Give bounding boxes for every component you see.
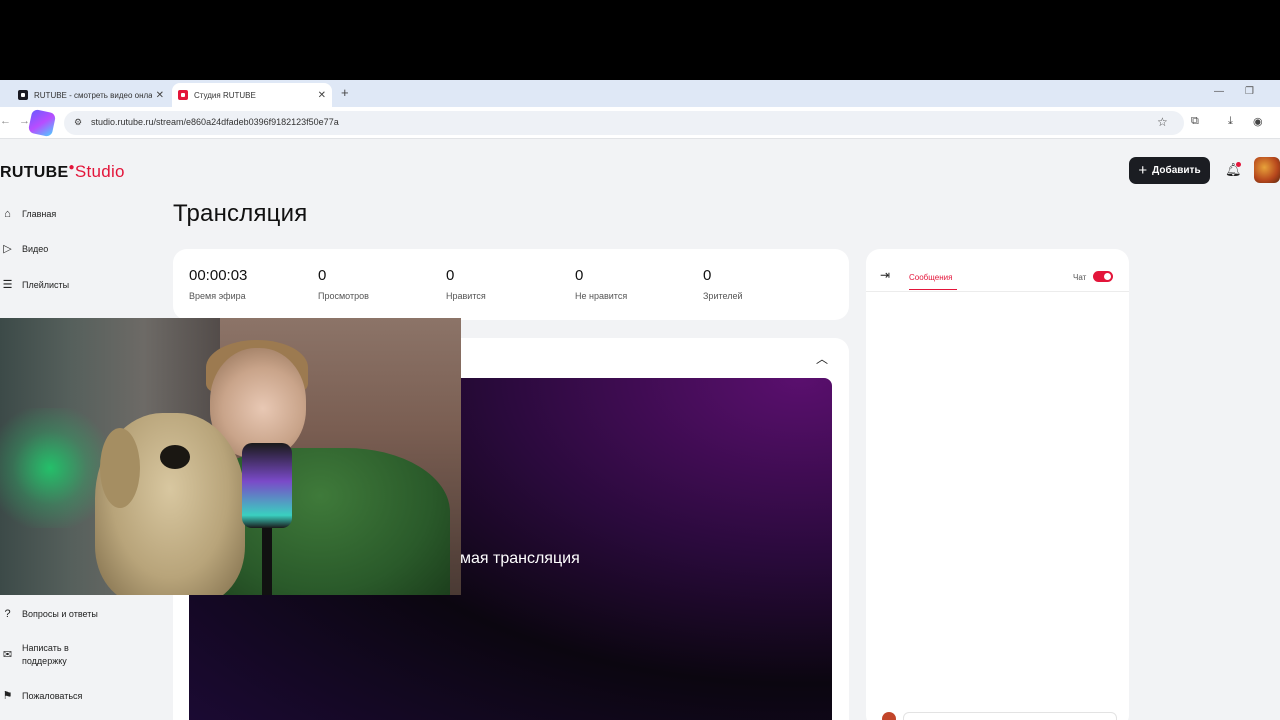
webcam-overlay: [0, 318, 461, 595]
chat-toggle[interactable]: [1093, 271, 1113, 282]
sidebar-item-label: Вопросы и ответы: [22, 608, 98, 619]
stat-value: 0: [575, 267, 584, 284]
chevron-up-icon[interactable]: ︿: [816, 350, 828, 367]
back-icon[interactable]: ←: [0, 115, 11, 127]
stat-viewers: 0 Зрителей: [703, 267, 742, 301]
page-title: Трансляция: [173, 200, 308, 227]
question-icon: ?: [4, 607, 11, 620]
sidebar-item-label: Написать в поддержку: [22, 643, 69, 666]
collapse-chat-icon[interactable]: ⇥: [880, 268, 890, 282]
chat-panel: [866, 249, 1129, 720]
logo-sub: Studio: [74, 162, 125, 181]
extensions-icon[interactable]: ⧉: [1191, 115, 1199, 128]
tab-strip: RUTUBE - смотреть видео онлайн ✕ Студия …: [0, 80, 1280, 107]
stat-value: 0: [446, 267, 455, 284]
stat-label: Просмотров: [318, 291, 369, 301]
tab-title: Студия RUTUBE: [194, 90, 256, 100]
stat-air-time: 00:00:03 Время эфира: [189, 267, 247, 301]
chat-divider: [866, 291, 1129, 292]
rutube-favicon-icon: [18, 90, 28, 100]
player-placeholder-text: мая трансляция: [460, 550, 580, 567]
sidebar-item-label: Плейлисты: [22, 279, 70, 290]
bookmark-star-icon[interactable]: ☆: [1157, 115, 1168, 129]
rutube-studio-logo[interactable]: RUTUBE●Studio: [0, 162, 125, 182]
url-text[interactable]: studio.rutube.ru/stream/e860a24dfadeb039…: [91, 117, 339, 127]
flag-icon: ⚑: [2, 690, 13, 702]
screen-top-bar: [0, 0, 1280, 80]
rutube-favicon-icon: [178, 90, 188, 100]
stat-value: 00:00:03: [189, 267, 248, 284]
stat-label: Время эфира: [189, 291, 246, 301]
playlist-icon: ☰: [2, 279, 13, 291]
sidebar-item-label: Пожаловаться: [22, 690, 83, 701]
video-icon: ▷: [3, 243, 12, 255]
microphone-icon: [242, 443, 292, 528]
tab-rutube[interactable]: RUTUBE - смотреть видео онлайн ✕: [12, 83, 170, 107]
sidebar-item-faq[interactable]: ? Вопросы и ответы: [0, 606, 98, 621]
avatar[interactable]: [1254, 157, 1280, 183]
add-button-label: Добавить: [1152, 165, 1201, 176]
home-icon: ⌂: [4, 207, 11, 220]
profile-icon[interactable]: ◉: [1253, 115, 1263, 128]
stat-value: 0: [703, 267, 712, 284]
webcam-plush-dog-ear: [100, 428, 140, 508]
notification-badge: [1236, 162, 1241, 167]
chat-message-input[interactable]: [903, 712, 1117, 720]
close-icon[interactable]: ✕: [318, 90, 326, 101]
chat-toggle-label: Чат: [1073, 273, 1087, 282]
close-icon[interactable]: ✕: [156, 90, 164, 101]
tab-messages[interactable]: Сообщения: [909, 273, 952, 282]
sidebar-item-support[interactable]: ✉ Написать в поддержку: [0, 642, 82, 668]
sidebar-item-report[interactable]: ⚑ Пожаловаться: [0, 688, 83, 703]
restore-icon[interactable]: ❐: [1245, 86, 1254, 97]
chat-user-avatar: [882, 712, 896, 720]
browser-window: RUTUBE - смотреть видео онлайн ✕ Студия …: [0, 80, 1280, 720]
download-icon[interactable]: ⤓: [1228, 115, 1233, 128]
sidebar-item-label: Видео: [22, 243, 49, 254]
tab-title: RUTUBE - смотреть видео онлайн: [34, 90, 152, 100]
webcam-mic-arm: [262, 528, 272, 595]
mail-icon: ✉: [2, 649, 13, 661]
browser-toolbar: ← → ⚙ studio.rutube.ru/stream/e860a24dfa…: [0, 107, 1280, 139]
address-bar[interactable]: ⚙ studio.rutube.ru/stream/e860a24dfadeb0…: [64, 111, 1184, 135]
new-tab-button[interactable]: +: [341, 85, 349, 100]
webcam-plush-dog-nose: [160, 445, 190, 469]
stat-label: Не нравится: [575, 291, 628, 301]
stat-likes: 0 Нравится: [446, 267, 486, 301]
stat-label: Зрителей: [703, 291, 743, 301]
stat-views: 0 Просмотров: [318, 267, 369, 301]
stat-dislikes: 0 Не нравится: [575, 267, 627, 301]
sidebar-item-playlists[interactable]: ☰ Плейлисты: [0, 277, 70, 292]
sidebar-item-label: Главная: [22, 208, 57, 219]
logo-main: RUTUBE: [0, 164, 69, 181]
extension-logo-icon[interactable]: [27, 108, 57, 138]
minimize-icon[interactable]: —: [1214, 86, 1224, 97]
stats-card: 00:00:03 Время эфира 0 Просмотров 0 Нрав…: [173, 249, 849, 320]
tab-studio[interactable]: Студия RUTUBE ✕: [172, 83, 332, 107]
site-settings-icon[interactable]: ⚙: [74, 117, 82, 128]
active-tab-indicator: [909, 289, 957, 290]
sidebar-item-video[interactable]: ▷ Видео: [0, 241, 48, 256]
add-button[interactable]: + Добавить: [1129, 157, 1210, 184]
stat-value: 0: [318, 267, 327, 284]
plus-icon: +: [1138, 162, 1148, 179]
stat-label: Нравится: [446, 291, 486, 301]
sidebar-item-home[interactable]: ⌂ Главная: [0, 206, 56, 221]
